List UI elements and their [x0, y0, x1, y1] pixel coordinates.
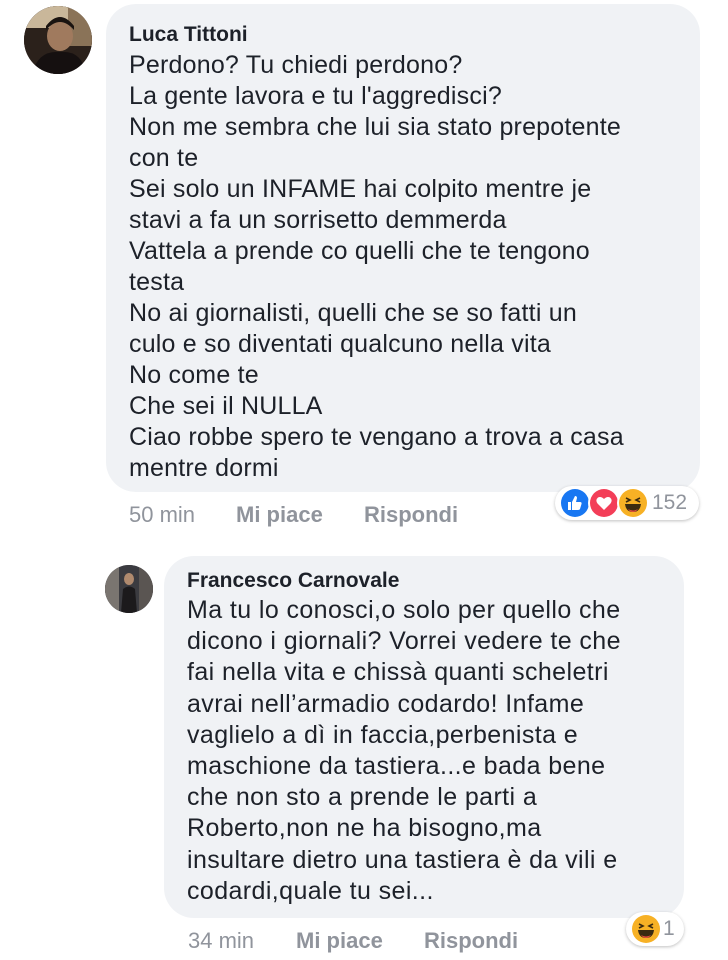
- like-icon: [559, 487, 591, 519]
- avatar[interactable]: [24, 6, 92, 74]
- comment-timestamp[interactable]: 34 min: [188, 928, 296, 954]
- comment-text: Ma tu lo conosci,o solo per quello che d…: [187, 596, 621, 905]
- like-button[interactable]: Mi piace: [236, 502, 364, 528]
- haha-icon: [630, 913, 662, 945]
- comment-bubble: Francesco Carnovale Ma tu lo conosci,o s…: [164, 556, 684, 918]
- reaction-summary[interactable]: 1: [626, 912, 684, 946]
- reaction-summary[interactable]: 152: [555, 486, 699, 520]
- comment-actions: 34 min Mi piace Rispondi: [188, 928, 518, 954]
- reaction-count: 152: [652, 491, 688, 514]
- love-icon: [588, 487, 620, 519]
- comment-actions: 50 min Mi piace Rispondi: [129, 502, 458, 528]
- comment-timestamp[interactable]: 50 min: [129, 502, 236, 528]
- comment-bubble: Luca Tittoni Perdono? Tu chiedi perdono?…: [106, 4, 700, 492]
- comment-author[interactable]: Francesco Carnovale: [187, 570, 664, 592]
- comment-author[interactable]: Luca Tittoni: [129, 24, 678, 46]
- reaction-count: 1: [663, 917, 675, 940]
- like-button[interactable]: Mi piace: [296, 928, 424, 954]
- comment-text: Perdono? Tu chiedi perdono? La gente lav…: [129, 51, 624, 482]
- reply-button[interactable]: Rispondi: [424, 928, 518, 954]
- haha-icon: [617, 487, 649, 519]
- reply-button[interactable]: Rispondi: [364, 502, 458, 528]
- avatar[interactable]: [105, 565, 153, 613]
